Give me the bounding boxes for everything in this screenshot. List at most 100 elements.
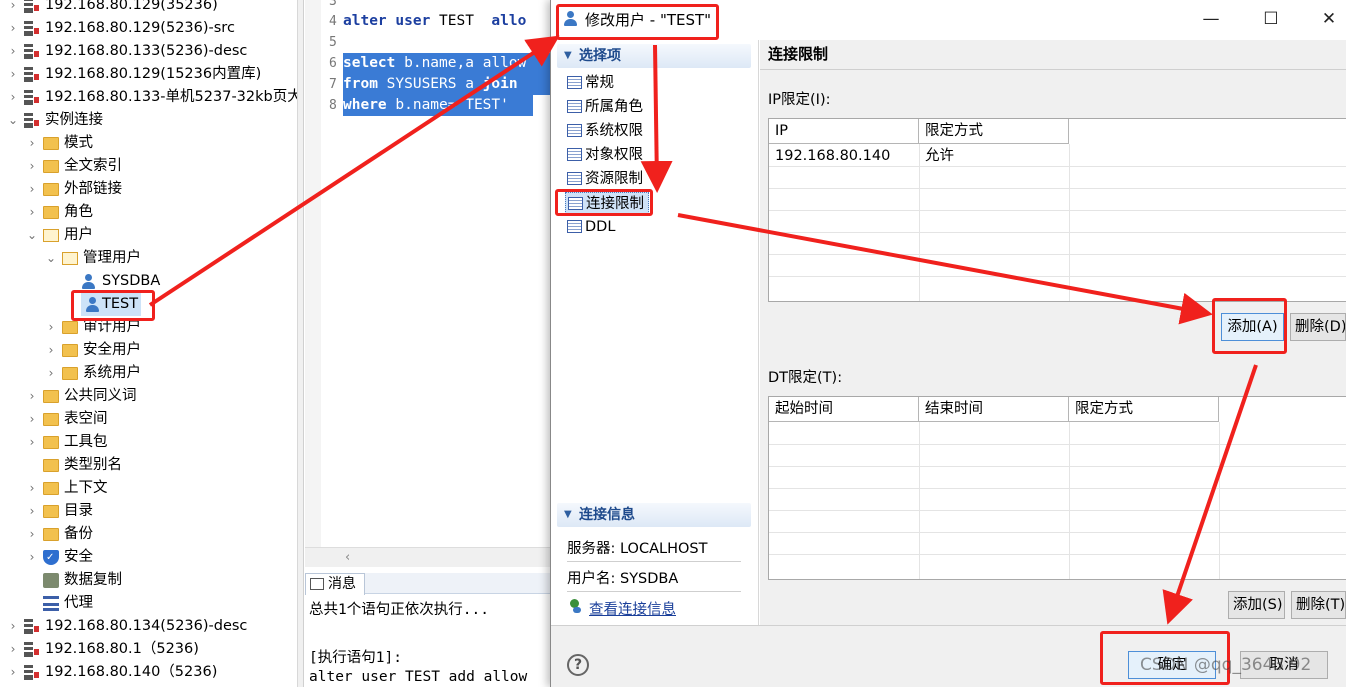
chevron-right-icon[interactable]: › [27,155,37,178]
minimize-button[interactable]: — [1191,6,1231,32]
tree-node[interactable]: › 系统用户 [0,362,297,385]
editor-horizontal-scrollbar[interactable]: ‹ [305,547,551,567]
chevron-right-icon[interactable]: › [27,477,37,500]
column-header-ip[interactable]: IP [769,119,919,144]
tree-node[interactable]: › 公共同义词 [0,385,297,408]
help-icon[interactable]: ? [567,654,589,676]
tree-node[interactable]: › 全文索引 [0,155,297,178]
column-header-mode[interactable]: 限定方式 [1069,397,1219,422]
tree-node[interactable]: › 192.168.80.129(35236) [0,0,297,17]
chevron-right-icon[interactable]: › [8,86,18,109]
tree-node[interactable]: ⌄ 实例连接 [0,109,297,132]
tree-node[interactable]: › 模式 [0,132,297,155]
tree-node[interactable]: › 审计用户 [0,316,297,339]
code-line-4[interactable]: alter user TEST allo [343,11,551,32]
chevron-right-icon[interactable]: › [8,615,18,638]
nav-item-object-privileges[interactable]: 对象权限 [565,144,643,166]
tree-node[interactable]: › 192.168.80.134(5236)-desc [0,615,297,638]
nav-label: 系统权限 [585,123,643,139]
tree-node[interactable]: › 备份 [0,523,297,546]
nav-item-system-privileges[interactable]: 系统权限 [565,120,643,142]
chevron-right-icon[interactable]: › [27,431,37,454]
section-header-options[interactable]: ▼ 选择项 [557,44,751,68]
view-connection-info-link[interactable]: 查看连接信息 [589,598,676,619]
chevron-right-icon[interactable]: › [27,178,37,201]
tree-node[interactable]: › 上下文 [0,477,297,500]
tree-node[interactable]: › 目录 [0,500,297,523]
chevron-down-icon[interactable]: ⌄ [27,224,37,247]
link-text[interactable]: 查看连接信息 [589,602,676,618]
close-button[interactable]: ✕ [1309,6,1346,32]
tree-node[interactable]: › 192.168.80.1（5236) [0,638,297,661]
chevron-right-icon[interactable]: › [8,63,18,86]
code-line-6[interactable]: select b.name,a allow [343,53,551,74]
tree-node[interactable]: › 工具包 [0,431,297,454]
tree-node[interactable]: › 角色 [0,201,297,224]
code-line-8[interactable]: where b.name='TEST' [343,95,533,116]
chevron-down-icon[interactable]: ⌄ [8,109,18,132]
tree-node[interactable]: › 外部链接 [0,178,297,201]
ip-add-button[interactable]: 添加(A) [1221,313,1284,341]
tree-node[interactable]: › 安全用户 [0,339,297,362]
chevron-right-icon[interactable]: › [46,362,56,385]
tree-node[interactable]: › 表空间 [0,408,297,431]
code-line-7[interactable]: from SYSUSERS a join [343,74,551,95]
column-header-mode[interactable]: 限定方式 [919,119,1069,144]
dt-delete-button[interactable]: 删除(T) [1291,591,1346,619]
chevron-right-icon[interactable]: › [27,523,37,546]
tree-scrollbar[interactable] [298,0,304,687]
tree-node[interactable]: 代理 [0,592,297,615]
tree-node[interactable]: › 192.168.80.129(5236)-src [0,17,297,40]
chevron-right-icon[interactable]: › [8,638,18,661]
tree-node[interactable]: › 安全 [0,546,297,569]
tree-node[interactable]: SYSDBA [0,270,297,293]
tree-node[interactable]: › 192.168.80.129(15236内置库) [0,63,297,86]
folder-icon [43,206,59,219]
tree-node[interactable]: 类型别名 [0,454,297,477]
chevron-right-icon[interactable]: › [27,546,37,569]
chevron-right-icon[interactable]: › [27,385,37,408]
chevron-down-icon[interactable]: ⌄ [46,247,56,270]
tree-node[interactable]: ⌄ 用户 [0,224,297,247]
line-number: 8 [329,98,337,113]
ip-limit-table[interactable]: IP 限定方式 192.168.80.140 允许 [768,118,1346,302]
nav-item-connection-limits[interactable]: 连接限制 [565,192,649,214]
tree-node[interactable]: › 192.168.80.133(5236)-desc [0,40,297,63]
chevron-right-icon[interactable]: › [27,500,37,523]
tree-node-label: 备份 [64,526,93,542]
tree-node[interactable]: ⌄ 管理用户 [0,247,297,270]
chevron-right-icon[interactable]: › [46,316,56,339]
chevron-right-icon[interactable]: › [27,132,37,155]
chevron-right-icon[interactable]: › [8,0,18,17]
section-header-connection-info[interactable]: ▼ 连接信息 [557,503,751,527]
chevron-right-icon[interactable]: › [8,17,18,40]
column-header-end-time[interactable]: 结束时间 [919,397,1069,422]
ip-delete-button[interactable]: 删除(D) [1290,313,1346,341]
column-header-start-time[interactable]: 起始时间 [769,397,919,422]
chevron-right-icon[interactable]: › [46,339,56,362]
ip-cell[interactable]: 192.168.80.140 [769,145,919,167]
page-icon [567,100,582,113]
scroll-left-icon[interactable]: ‹ [345,550,350,565]
chevron-right-icon[interactable]: › [8,661,18,684]
chevron-right-icon[interactable]: › [27,201,37,224]
grid-line [769,232,1346,233]
nav-item-resource-limits[interactable]: 资源限制 [565,168,643,190]
dialog-titlebar[interactable]: 修改用户 - "TEST" — ☐ ✕ [551,0,1346,38]
folder-icon [43,183,59,196]
nav-item-general[interactable]: 常规 [565,72,614,94]
maximize-button[interactable]: ☐ [1251,6,1291,32]
dt-add-button[interactable]: 添加(S) [1228,591,1285,619]
dt-limit-table[interactable]: 起始时间 结束时间 限定方式 [768,396,1346,580]
user-icon [81,274,97,289]
tab-messages[interactable]: 消息 [305,573,365,595]
tree-node[interactable]: 数据复制 [0,569,297,592]
chevron-right-icon[interactable]: › [27,408,37,431]
tree-node[interactable]: TEST [81,293,141,316]
nav-item-ddl[interactable]: DDL [565,216,615,238]
mode-cell[interactable]: 允许 [919,145,1069,167]
chevron-right-icon[interactable]: › [8,40,18,63]
tree-node[interactable]: › 192.168.80.140（5236) [0,661,297,684]
tree-node[interactable]: › 192.168.80.133-单机5237-32kb页大 [0,86,297,109]
nav-item-roles[interactable]: 所属角色 [565,96,643,118]
